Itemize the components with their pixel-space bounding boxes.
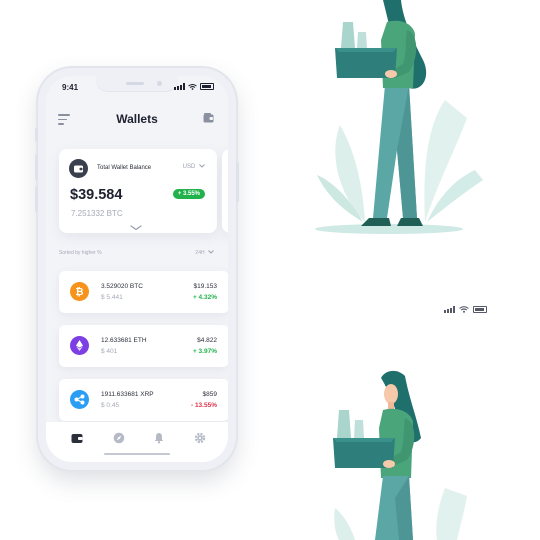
period-select[interactable]: 24H [195,250,214,256]
wifi-icon [188,83,197,90]
signal-icon [444,306,455,313]
balance-card[interactable]: Total Wallet Balance USD $39.584 + 3.55%… [59,149,217,233]
status-icons [174,83,214,90]
coin-usd-value: $ 401 [101,348,118,355]
woman-with-plants-illustration-copy [333,370,467,540]
home-indicator [104,453,170,455]
chevron-down-icon [208,250,214,254]
phone-power-button [236,162,239,202]
coin-amount: 12.633681 ETH [101,337,147,344]
phone-volume-up [35,154,38,180]
period-value: 24H [195,250,205,256]
compass-icon[interactable] [113,432,125,444]
wallet-icon[interactable] [71,432,83,444]
svg-text:₿: ₿ [75,286,83,298]
phone-volume-down [35,186,38,212]
coin-price: $859 [202,391,217,398]
balance-amount: $39.584 [70,187,123,203]
phone-notch [96,76,178,92]
phone-screen: 9:41 Wallets Total Wallet Balance USD $3… [46,76,228,462]
coin-card-eth[interactable]: 12.633681 ETH $ 401 $4.822 + 3.97% [59,325,228,367]
coin-amount: 1911.633681 XRP [101,391,154,398]
coin-card-xrp[interactable]: 1911.633681 XRP $ 0.45 $859 - 13.55% [59,379,228,421]
page-title: Wallets [116,112,158,126]
signal-icon [174,83,185,90]
phone-mockup: 9:41 Wallets Total Wallet Balance USD $3… [35,68,239,470]
next-card-peek[interactable] [222,149,228,233]
expand-chevron-icon[interactable] [130,225,142,231]
bitcoin-icon: ₿ [70,282,89,301]
balance-change-badge: + 3.55% [172,189,205,199]
coin-change: - 13.55% [190,402,217,409]
settings-icon[interactable] [194,432,206,444]
coin-amount: 3.529020 BTC [101,283,143,290]
balance-btc: 7.251332 BTC [71,209,123,218]
wallet-add-icon[interactable] [203,113,214,123]
phone-mute-switch [35,128,38,142]
app-header: Wallets [46,106,228,136]
battery-icon [200,83,214,90]
bell-icon[interactable] [153,432,165,444]
coin-change: + 3.97% [192,348,217,355]
woman-with-plants-illustration [315,0,483,234]
battery-icon [473,306,487,313]
ripple-icon [70,390,89,409]
coin-change: + 4.32% [192,294,217,301]
wifi-icon [459,306,469,313]
sort-label[interactable]: Sorted by higher % [59,250,102,256]
coin-usd-value: $ 5.441 [101,294,123,301]
coin-price: $4.822 [197,337,217,344]
balance-label: Total Wallet Balance [97,165,152,171]
chevron-down-icon [199,164,205,168]
coin-usd-value: $ 0.45 [101,402,120,409]
tab-bar [46,422,228,462]
status-icons [444,306,487,313]
status-time: 9:41 [62,83,79,92]
wallet-badge [69,159,88,178]
coin-price: $19.153 [193,283,218,290]
currency-value: USD [182,164,196,170]
coin-card-btc[interactable]: ₿ 3.529020 BTC $ 5.441 $19.153 + 4.32% [59,271,228,313]
wallet-icon [74,165,83,173]
currency-select[interactable]: USD [183,164,205,170]
ethereum-icon [70,336,89,355]
